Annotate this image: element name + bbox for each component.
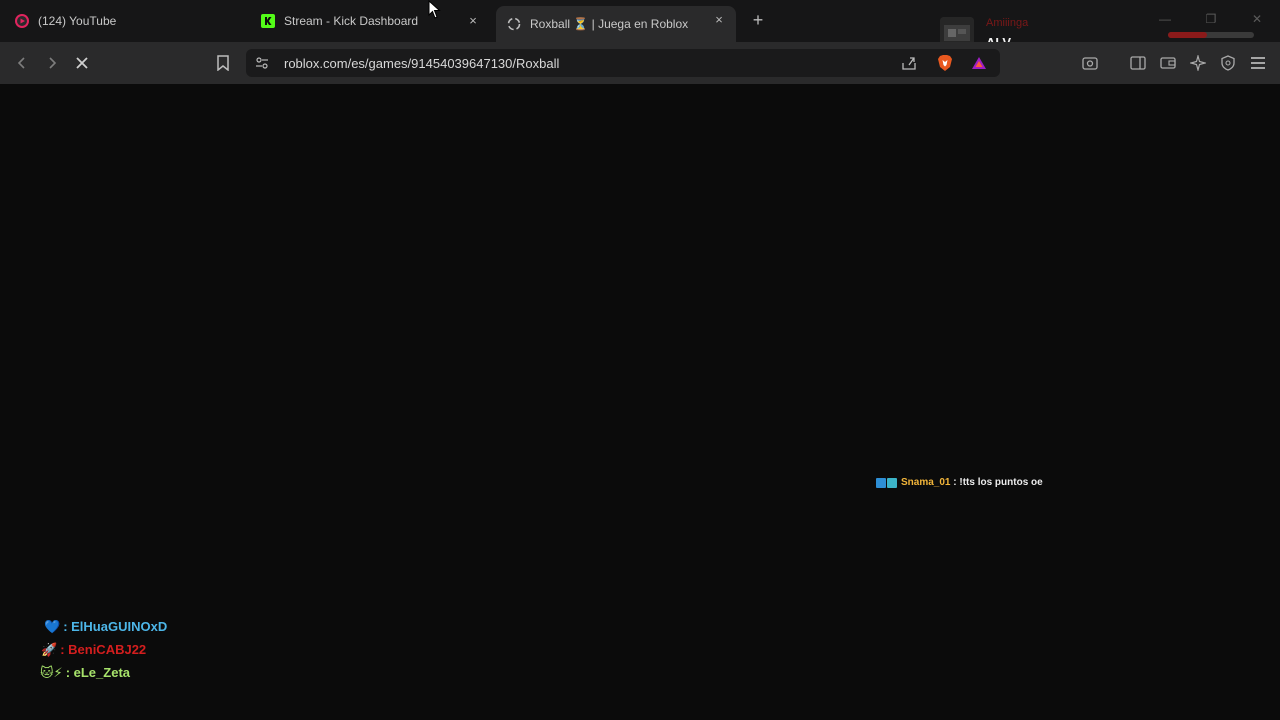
sparkle-icon <box>1190 55 1206 71</box>
stop-icon <box>76 57 88 69</box>
hamburger-icon <box>1251 57 1265 69</box>
brave-rewards-icon[interactable] <box>970 54 988 72</box>
supporter-separator: : <box>65 665 74 680</box>
share-icon[interactable] <box>901 55 917 71</box>
url-text[interactable]: roblox.com/es/games/91454039647130/Roxba… <box>284 56 559 71</box>
progress-fill <box>1168 32 1207 38</box>
sidebar-button[interactable] <box>1128 53 1148 73</box>
kick-icon <box>260 13 276 29</box>
progress-bar <box>1168 32 1254 38</box>
stop-button[interactable] <box>72 53 92 73</box>
supporter-name: eLe_Zeta <box>73 665 131 680</box>
supporter-separator: : <box>63 619 72 634</box>
supporter-name: BeniCABJ22 <box>68 642 147 657</box>
sidebar-icon <box>1130 56 1146 70</box>
brave-shields-icon[interactable] <box>936 54 954 72</box>
tab-title: Roxball ⏳ | Juega en Roblox <box>530 17 689 31</box>
mouse-cursor-icon <box>428 0 441 19</box>
supporter-row: 🐱⚡ : eLe_Zeta <box>40 661 167 684</box>
screenshot-button[interactable] <box>1080 53 1100 73</box>
verified-badge-icon <box>887 477 897 488</box>
back-icon <box>17 57 25 69</box>
bookmark-icon <box>217 55 229 71</box>
close-tab-button[interactable]: × <box>466 14 480 28</box>
tab-title: Stream - Kick Dashboard <box>284 14 419 28</box>
address-bar[interactable]: roblox.com/es/games/91454039647130/Roxba… <box>246 49 1000 77</box>
heart-icon: 💙 <box>44 618 61 634</box>
chat-badges <box>876 477 897 488</box>
bookmark-button[interactable] <box>213 53 233 73</box>
cat-lightning-icon: 🐱⚡ <box>40 664 63 680</box>
page-content <box>0 84 1280 720</box>
shield-icon <box>1221 55 1235 71</box>
youtube-icon <box>14 13 30 29</box>
subscriber-badge-icon <box>876 477 886 488</box>
close-tab-button[interactable]: × <box>712 13 726 27</box>
new-tab-button[interactable]: + <box>749 11 767 29</box>
maximize-button[interactable]: ❐ <box>1204 12 1218 26</box>
chat-username: Snama_01 <box>901 477 951 488</box>
back-button[interactable] <box>12 53 32 73</box>
site-info-icon[interactable] <box>254 55 270 71</box>
leo-ai-button[interactable] <box>1188 53 1208 73</box>
chat-separator: : <box>950 477 960 488</box>
chat-overlay-message: Snama_01 : !tts los puntos oe <box>876 477 1043 488</box>
forward-icon <box>49 57 57 69</box>
supporter-row: 💙 : ElHuaGUINOxD <box>40 615 167 638</box>
tab-youtube[interactable]: (124) YouTube <box>4 6 244 36</box>
wallet-icon <box>1160 57 1176 69</box>
vpn-button[interactable] <box>1218 53 1238 73</box>
alert-subtitle: Amiiinga <box>986 17 1029 29</box>
minimize-button[interactable]: — <box>1158 12 1172 26</box>
camera-icon <box>1082 57 1098 70</box>
chat-text: !tts los puntos oe <box>959 477 1043 488</box>
tab-roxball[interactable]: Roxball ⏳ | Juega en Roblox × <box>496 6 736 42</box>
roblox-icon <box>506 16 522 32</box>
rocket-icon: 🚀 <box>41 641 58 657</box>
supporter-row: 🚀 : BeniCABJ22 <box>40 638 167 661</box>
wallet-button[interactable] <box>1158 53 1178 73</box>
supporter-name: ElHuaGUINOxD <box>71 619 168 634</box>
tab-title: (124) YouTube <box>38 14 117 28</box>
forward-button[interactable] <box>42 53 62 73</box>
tab-kick-dashboard[interactable]: Stream - Kick Dashboard × <box>250 6 490 36</box>
menu-button[interactable] <box>1248 53 1268 73</box>
supporters-list: 💙 : ElHuaGUINOxD 🚀 : BeniCABJ22 🐱⚡ : eLe… <box>40 615 167 684</box>
supporter-separator: : <box>60 642 69 657</box>
tab-strip: (124) YouTube Stream - Kick Dashboard × … <box>0 0 1280 51</box>
close-window-button[interactable]: ✕ <box>1250 12 1264 26</box>
